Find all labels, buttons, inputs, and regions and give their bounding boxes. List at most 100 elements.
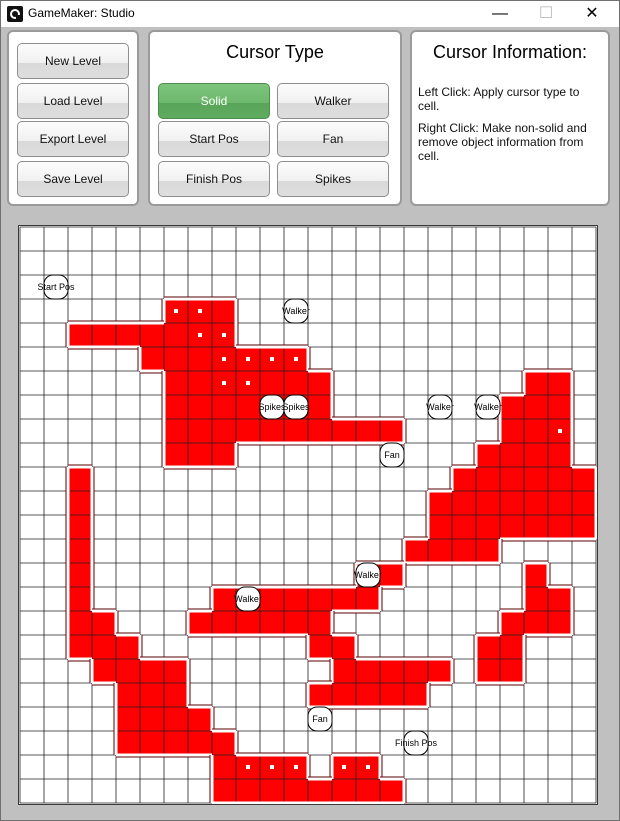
solid-cell[interactable]	[140, 731, 164, 755]
solid-cell[interactable]	[164, 371, 188, 395]
solid-cell[interactable]	[188, 395, 212, 419]
solid-cell[interactable]	[116, 731, 140, 755]
solid-cell[interactable]	[356, 587, 380, 611]
solid-cell[interactable]	[572, 467, 596, 491]
solid-cell[interactable]	[308, 635, 332, 659]
object-walker[interactable]: Walker	[474, 394, 502, 420]
solid-cell[interactable]	[428, 491, 452, 515]
solid-cell[interactable]	[572, 515, 596, 539]
object-start-pos[interactable]: Start Pos	[37, 274, 75, 300]
minimize-button[interactable]: —	[477, 1, 523, 27]
solid-cell[interactable]	[380, 683, 404, 707]
solid-cell[interactable]	[116, 707, 140, 731]
export-level-button[interactable]: Export Level	[17, 121, 129, 157]
solid-cell[interactable]	[332, 635, 356, 659]
solid-cell[interactable]	[500, 467, 524, 491]
solid-cell[interactable]	[260, 371, 284, 395]
solid-cell[interactable]	[68, 635, 92, 659]
solid-cell[interactable]	[308, 371, 332, 395]
maximize-button[interactable]: ☐	[523, 1, 569, 27]
close-button[interactable]: ✕	[569, 1, 615, 27]
solid-cell[interactable]	[548, 467, 572, 491]
solid-cell[interactable]	[500, 611, 524, 635]
solid-cell[interactable]	[164, 323, 188, 347]
object-fan[interactable]: Fan	[307, 706, 333, 732]
solid-cell[interactable]	[500, 515, 524, 539]
save-level-button[interactable]: Save Level	[17, 161, 129, 197]
solid-cell[interactable]	[524, 443, 548, 467]
solid-cell[interactable]	[284, 419, 308, 443]
object-finish-pos[interactable]: Finish Pos	[395, 730, 438, 756]
solid-cell[interactable]	[476, 515, 500, 539]
solid-cell[interactable]	[524, 587, 548, 611]
solid-cell[interactable]	[212, 443, 236, 467]
solid-cell[interactable]	[284, 779, 308, 803]
solid-cell[interactable]	[308, 779, 332, 803]
level-grid-canvas[interactable]: Start PosWalkerSpikesSpikes Walker WalkerF…	[19, 226, 597, 804]
solid-cell[interactable]	[164, 419, 188, 443]
solid-cell[interactable]	[164, 395, 188, 419]
solid-cell[interactable]	[404, 683, 428, 707]
solid-cell[interactable]	[500, 491, 524, 515]
solid-cell[interactable]	[404, 539, 428, 563]
spikes-button[interactable]: Spikes	[277, 161, 389, 197]
solid-cell[interactable]	[140, 683, 164, 707]
solid-cell[interactable]	[380, 419, 404, 443]
solid-cell[interactable]	[236, 779, 260, 803]
solid-cell[interactable]	[356, 779, 380, 803]
solid-cell[interactable]	[164, 443, 188, 467]
solid-cell[interactable]	[188, 707, 212, 731]
solid-cell[interactable]	[524, 515, 548, 539]
solid-cell[interactable]	[140, 323, 164, 347]
solid-cell[interactable]	[140, 659, 164, 683]
object-walker[interactable]: Walker	[426, 394, 454, 420]
solid-cell[interactable]	[212, 779, 236, 803]
solid-cell[interactable]	[140, 707, 164, 731]
finish-pos-button[interactable]: Finish Pos	[158, 161, 270, 197]
solid-cell[interactable]	[236, 395, 260, 419]
solid-cell[interactable]	[332, 659, 356, 683]
solid-cell[interactable]	[524, 371, 548, 395]
solid-cell[interactable]	[524, 395, 548, 419]
solid-cell[interactable]	[236, 419, 260, 443]
solid-cell[interactable]	[212, 419, 236, 443]
solid-cell[interactable]	[68, 491, 92, 515]
solid-cell[interactable]	[68, 323, 92, 347]
solid-cell[interactable]	[284, 371, 308, 395]
solid-cell[interactable]	[116, 683, 140, 707]
solid-cell[interactable]	[92, 323, 116, 347]
object-fan[interactable]: Fan	[379, 442, 405, 468]
solid-cell[interactable]	[524, 611, 548, 635]
solid-cell[interactable]	[524, 419, 548, 443]
solid-cell[interactable]	[500, 419, 524, 443]
solid-cell[interactable]	[332, 419, 356, 443]
object-walker[interactable]: Walker	[282, 298, 310, 324]
solid-cell[interactable]	[548, 587, 572, 611]
solid-cell[interactable]	[260, 611, 284, 635]
solid-cell[interactable]	[92, 611, 116, 635]
solid-cell[interactable]	[212, 299, 236, 323]
solid-cell[interactable]	[548, 515, 572, 539]
solid-cell[interactable]	[68, 563, 92, 587]
solid-cell[interactable]	[524, 467, 548, 491]
solid-cell[interactable]	[476, 491, 500, 515]
solid-cell[interactable]	[308, 395, 332, 419]
solid-cell[interactable]	[92, 659, 116, 683]
solid-cell[interactable]	[548, 611, 572, 635]
solid-cell[interactable]	[332, 587, 356, 611]
solid-cell[interactable]	[452, 515, 476, 539]
solid-cell[interactable]	[236, 611, 260, 635]
solid-cell[interactable]	[284, 587, 308, 611]
solid-cell[interactable]	[68, 467, 92, 491]
solid-cell[interactable]	[116, 323, 140, 347]
solid-cell[interactable]	[428, 515, 452, 539]
solid-cell[interactable]	[524, 563, 548, 587]
solid-cell[interactable]	[380, 659, 404, 683]
solid-cell[interactable]	[260, 419, 284, 443]
solid-cell[interactable]	[164, 683, 188, 707]
new-level-button[interactable]: New Level	[17, 43, 129, 79]
solid-cell[interactable]	[332, 683, 356, 707]
solid-cell[interactable]	[548, 395, 572, 419]
solid-cell[interactable]	[308, 683, 332, 707]
walker-button[interactable]: Walker	[277, 83, 389, 119]
